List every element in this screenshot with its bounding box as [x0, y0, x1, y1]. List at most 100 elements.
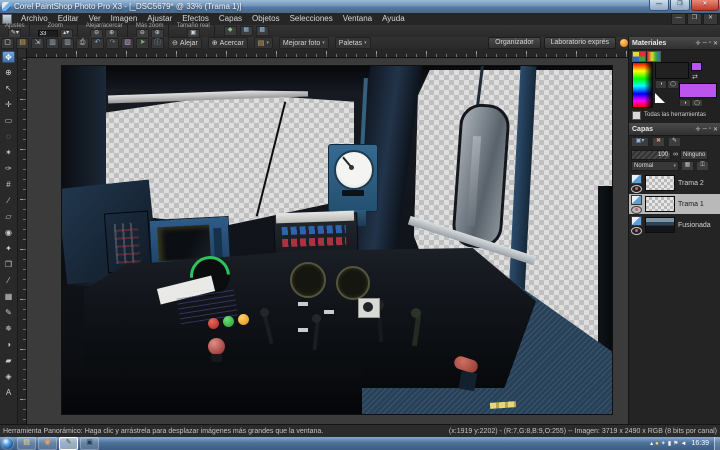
panel-close-icon[interactable]: ✕ [713, 126, 718, 133]
layer-opacity-slider[interactable]: 100 [631, 150, 671, 160]
snap-icon[interactable]: ▩ [256, 26, 269, 36]
enhance-photo-dropdown[interactable]: Mejorar foto ▾ [279, 37, 329, 49]
tray-bluetooth-icon[interactable]: ✦ [661, 440, 666, 447]
foreground-swatch[interactable] [655, 62, 689, 79]
maximize-button[interactable]: ❐ [670, 0, 690, 11]
panel-close-icon[interactable]: ✕ [713, 40, 718, 47]
panel-pin-icon[interactable]: ✛ [696, 126, 701, 133]
taskbar-media-button[interactable]: ◉ [38, 437, 57, 450]
zoom-out-button[interactable]: ⊖ Alejar [168, 37, 202, 49]
canvas-area[interactable] [18, 49, 628, 424]
express-lab-button[interactable]: Laboratorio exprés [544, 37, 616, 49]
panel-float-icon[interactable]: ▫ [709, 40, 711, 47]
tool-eraser[interactable]: ▰ [2, 355, 15, 367]
tool-freehand-selection[interactable]: ◌ [2, 131, 15, 143]
tool-object-remover[interactable]: ▦ [2, 291, 15, 303]
layer-visibility-icon[interactable] [631, 227, 642, 235]
tool-lighten-darken[interactable]: ◑ [2, 339, 15, 351]
swap-colors-icon[interactable]: ⇄ [692, 73, 698, 81]
start-button[interactable] [2, 438, 13, 449]
layer-row-fusionada[interactable]: Fusionada [629, 215, 720, 235]
taskbar-paintshop-button[interactable]: ✎ [59, 437, 78, 450]
tool-paint-brush[interactable]: ✎ [2, 307, 15, 319]
foreground-transparency-button[interactable]: ◯ [667, 80, 679, 89]
tray-volume-icon[interactable]: ◄ [681, 441, 687, 447]
tray-action-center-icon[interactable]: ⚑ [673, 440, 678, 447]
foreground-style-button[interactable]: ◑ [655, 80, 667, 89]
minimize-button[interactable]: — [649, 0, 669, 11]
tool-pick[interactable]: ↖ [2, 83, 15, 95]
menu-ventana[interactable]: Ventana [338, 13, 377, 25]
new-file-button[interactable]: ▢ [1, 38, 14, 49]
menu-ayuda[interactable]: Ayuda [377, 13, 410, 25]
panel-minimize-icon[interactable]: ─ [703, 40, 707, 47]
tool-move[interactable]: ✛ [2, 99, 15, 111]
blend-mode-dropdown[interactable]: Normal ▾ [631, 161, 679, 171]
doc-close-button[interactable]: ✕ [703, 13, 718, 25]
link-icon[interactable]: ∞ [673, 151, 678, 158]
open-file-button[interactable]: ▤ [16, 38, 29, 49]
redo-button[interactable]: ↷ [106, 38, 119, 49]
save-as-button[interactable]: ▥ [61, 38, 74, 49]
background-style-button[interactable]: ◑ [679, 99, 691, 107]
tool-text[interactable]: A [2, 387, 15, 399]
menu-capas[interactable]: Capas [214, 13, 247, 25]
close-button[interactable]: ✕ [691, 0, 719, 11]
zoom-in-button[interactable]: ⊕ Acercar [208, 37, 248, 49]
panel-minimize-icon[interactable]: ─ [703, 126, 707, 133]
tool-airbrush[interactable]: ✵ [2, 323, 15, 335]
import-button[interactable]: ⇲ [31, 38, 44, 49]
materials-tab-frame[interactable] [632, 51, 646, 62]
background-swatch[interactable] [679, 83, 717, 98]
all-tools-checkbox[interactable] [632, 111, 641, 120]
undo-button[interactable]: ↶ [91, 38, 104, 49]
tool-selection[interactable]: ▭ [2, 115, 15, 127]
menu-selecciones[interactable]: Selecciones [285, 13, 338, 25]
tray-network-icon[interactable]: ▮ [668, 440, 671, 447]
tool-pan[interactable]: ✥ [2, 51, 15, 63]
tool-flood-fill[interactable]: ◈ [2, 371, 15, 383]
tray-expand-icon[interactable]: ▴ [650, 440, 653, 447]
tool-makeover[interactable]: ✦ [2, 243, 15, 255]
edit-image-button[interactable]: ▧ [121, 38, 134, 49]
taskbar-explorer-button[interactable]: ▤ [17, 437, 36, 450]
save-button[interactable]: ▥ [46, 38, 59, 49]
print-button[interactable]: ⎙ [76, 38, 89, 49]
panel-pin-icon[interactable]: ✛ [696, 40, 701, 47]
tool-straighten[interactable]: ∕ [2, 195, 15, 207]
palettes-dropdown[interactable]: Paletas ▾ [335, 37, 371, 49]
delete-layer-button[interactable]: ✖ [652, 137, 665, 147]
doc-restore-button[interactable]: ❐ [687, 13, 702, 25]
tool-zoom[interactable]: ⊕ [2, 67, 15, 79]
background-transparency-button[interactable]: ◯ [691, 99, 703, 107]
tool-scratch-remover[interactable]: ⁄ [2, 275, 15, 287]
tool-magic-wand[interactable]: ✶ [2, 147, 15, 159]
lock-transparency-icon[interactable]: ▦ [681, 161, 694, 171]
foreground-mini-swatch[interactable] [691, 62, 702, 71]
layer-row-trama1[interactable]: Trama 1 [629, 194, 720, 214]
hue-strip[interactable] [632, 62, 653, 108]
menu-objetos[interactable]: Objetos [247, 13, 285, 25]
tool-crop[interactable]: # [2, 179, 15, 191]
clock[interactable]: 16:39 [691, 440, 709, 447]
tool-perspective[interactable]: ▱ [2, 211, 15, 223]
edit-layer-button[interactable]: ✎ [668, 137, 681, 147]
show-desktop-button[interactable] [714, 437, 720, 450]
tool-clone[interactable]: ❐ [2, 259, 15, 271]
document-image[interactable] [62, 66, 612, 414]
new-layer-button[interactable]: ▣▾ [631, 137, 649, 147]
grid-icon[interactable]: ▦ [240, 26, 253, 36]
fit-window-icon[interactable]: ◆ [224, 26, 237, 36]
layer-visibility-icon[interactable] [631, 185, 642, 193]
layer-row-trama2[interactable]: Trama 2 [629, 173, 720, 193]
lock-icon[interactable]: ⚿ [696, 161, 709, 171]
browse-dropdown-button[interactable]: ▤ ▾ [254, 37, 273, 49]
taskbar-viewer-button[interactable]: ▣ [80, 437, 99, 450]
tool-dropper[interactable]: ✑ [2, 163, 15, 175]
info-button[interactable]: ⓘ [151, 38, 164, 49]
notification-icon[interactable] [620, 39, 628, 47]
materials-tab-rainbow[interactable] [647, 51, 661, 62]
layer-visibility-icon[interactable] [631, 206, 642, 214]
tray-update-icon[interactable]: ● [655, 441, 659, 447]
doc-minimize-button[interactable]: — [671, 13, 686, 25]
